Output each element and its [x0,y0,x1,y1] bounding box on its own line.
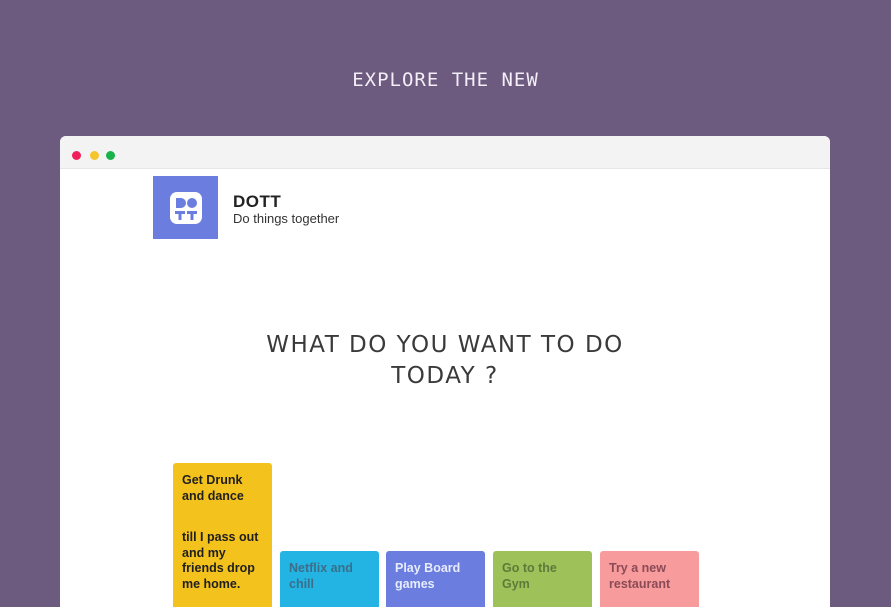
minimize-window-dot-icon[interactable] [90,151,99,160]
maximize-window-dot-icon[interactable] [106,151,115,160]
browser-window: DOTT Do things together WHAT DO YOU WANT… [60,136,830,607]
dott-logo[interactable] [153,176,218,239]
activity-card-label: Try a new restaurant [609,561,671,591]
activity-card-label: Go to the Gym [502,561,557,591]
activity-card-board-games[interactable]: Play Board games [386,551,485,607]
activity-card-label: Play Board games [395,561,461,591]
activity-card-label-extra: till I pass out and my friends drop me h… [182,530,259,591]
brand-title: DOTT [233,192,282,211]
brand-subtitle: Do things together [233,211,340,226]
close-window-dot-icon[interactable] [72,151,81,160]
main-question: WHAT DO YOU WANT TO DO TODAY ? [266,332,624,389]
activity-card-gym[interactable]: Go to the Gym [493,551,592,607]
browser-titlebar [60,136,830,169]
activity-card-restaurant[interactable]: Try a new restaurant [600,551,699,607]
activity-card-label: Get Drunk and dance [182,473,244,503]
activity-card-get-drunk[interactable]: Get Drunk and dance till I pass out and … [173,463,272,607]
page-headline: EXPLORE THE NEW [352,69,539,91]
activity-card-netflix[interactable]: Netflix and chill [280,551,379,607]
dott-logo-icon [169,191,202,224]
activity-card-label: Netflix and chill [289,561,353,591]
